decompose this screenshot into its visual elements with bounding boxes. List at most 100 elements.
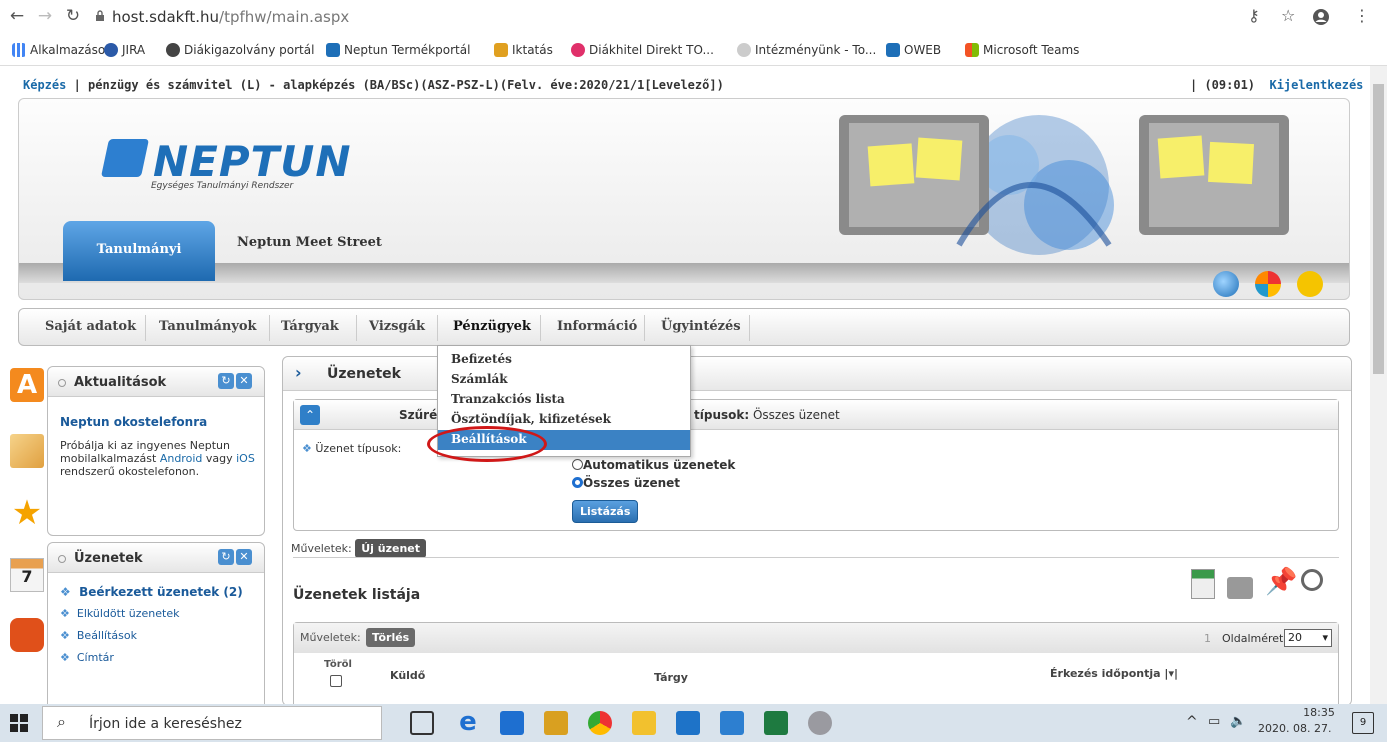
windows-start-icon[interactable] [10, 714, 28, 732]
neptun-logo: NEPTUN [153, 137, 352, 186]
menu-separator [356, 315, 357, 341]
excel-export-icon[interactable] [1191, 569, 1215, 599]
menu-dots-icon[interactable]: ⋮ [1354, 6, 1370, 25]
bookmark-diakigazolvany[interactable]: Diákigazolvány portál [166, 43, 314, 57]
favorites-star-icon[interactable]: ★ [10, 496, 44, 530]
nav-cimtar[interactable]: ❖ Címtár [60, 651, 114, 664]
accessibility-icon[interactable] [1297, 271, 1323, 297]
box-controls: ↻ ✕ [218, 549, 252, 565]
excel-icon[interactable] [764, 711, 788, 735]
menu-sajat-adatok[interactable]: Saját adatok [45, 319, 136, 334]
dropdown-item-tranzakcios-lista[interactable]: Tranzakciós lista [451, 392, 565, 406]
dropdown-item-befizetes[interactable]: Befizetés [451, 352, 512, 366]
taskbar-search[interactable]: ⌕ Írjon ide a kereséshez [42, 706, 382, 740]
neptun-logo-subtitle: Egységes Tanulmányi Rendszer [151, 181, 294, 191]
intezmeny-icon [737, 43, 751, 57]
aktualitasok-box: Aktualitások ↻ ✕ Neptun okostelefonra Pró… [47, 366, 265, 536]
kepzes-link[interactable]: Képzés [23, 78, 66, 92]
notification-icon[interactable]: 9 [1352, 712, 1374, 734]
page-scrollbar[interactable] [1370, 66, 1387, 704]
outlook-icon[interactable] [676, 711, 700, 735]
close-icon[interactable]: ✕ [236, 373, 252, 389]
forward-icon[interactable]: → [34, 6, 56, 26]
key-icon[interactable]: ⚷ [1248, 6, 1260, 25]
magnifier-icon[interactable] [1301, 569, 1323, 591]
clock-date[interactable]: 2020. 08. 27. [1258, 722, 1331, 735]
windows-logo-icon [965, 43, 979, 57]
radio-osszes-uzenet[interactable]: Összes üzenet [572, 476, 680, 490]
a-letter-icon[interactable]: A [10, 368, 44, 402]
nav-beallitasok[interactable]: ❖ Beállítások [60, 629, 137, 642]
dropdown-item-osztondijak[interactable]: Ösztöndíjak, kifizetések [451, 412, 611, 426]
clock-time[interactable]: 18:35 [1294, 706, 1344, 719]
neptun-taskbar-icon[interactable] [720, 711, 744, 735]
chrome-icon[interactable] [588, 711, 612, 735]
globe-icon[interactable] [1213, 271, 1239, 297]
store-icon[interactable] [500, 711, 524, 735]
bookmark-intezmenyunk[interactable]: Intézményünk - To... [737, 43, 876, 57]
menu-tanulmanyok[interactable]: Tanulmányok [159, 319, 257, 334]
bookmark-diakhitel[interactable]: Diákhitel Direkt TO... [571, 43, 714, 57]
print-icon[interactable] [1227, 577, 1253, 599]
col-subject[interactable]: Tárgy [654, 671, 688, 684]
neptun-logo-icon [100, 139, 150, 177]
task-view-icon[interactable] [410, 711, 434, 735]
col-sender[interactable]: Küldő [390, 669, 425, 682]
menu-targyak[interactable]: Tárgyak [281, 319, 339, 334]
page-number[interactable]: 1 [1204, 632, 1211, 645]
bookmark-neptun-termekportal[interactable]: Neptun Termékportál [326, 43, 470, 57]
file-explorer-icon[interactable] [632, 711, 656, 735]
edge-icon[interactable]: e [456, 709, 480, 735]
collapse-icon[interactable]: ⌃ [300, 405, 320, 425]
tab-tanulmanyi-rendszer[interactable]: Tanulmányi rendszer [63, 221, 215, 281]
bookmark-iktatas[interactable]: Iktatás [494, 43, 553, 57]
tab-neptun-meet-street[interactable]: Neptun Meet Street [237, 235, 382, 250]
scroll-thumb[interactable] [1373, 84, 1384, 374]
menu-penzugyek[interactable]: Pénzügyek [453, 319, 531, 334]
menu-informacio[interactable]: Információ [557, 319, 637, 334]
color-wheel-icon[interactable] [1255, 271, 1281, 297]
refresh-icon[interactable]: ↻ [218, 549, 234, 565]
col-arrival[interactable]: Érkezés időpontja |▾| [1050, 667, 1178, 680]
tray-chevron-up-icon[interactable]: ^ [1186, 714, 1198, 730]
menu-ugyintezes[interactable]: Ügyintézés [661, 319, 741, 334]
new-message-button[interactable]: Új üzenet [355, 539, 427, 558]
divider [293, 557, 1339, 558]
menu-vizsgak[interactable]: Vizsgák [369, 319, 425, 334]
volume-icon[interactable]: 🔈 [1230, 714, 1246, 729]
ios-link[interactable]: iOS [236, 452, 255, 465]
radio-automatikus-uzenetek[interactable]: Automatikus üzenetek [572, 458, 735, 472]
back-icon[interactable]: ← [6, 6, 28, 26]
bookmark-oweb[interactable]: OWEB [886, 43, 941, 57]
reload-icon[interactable]: ↻ [62, 6, 84, 26]
delete-button[interactable]: Törlés [366, 628, 416, 647]
chat-bubble-icon[interactable] [10, 618, 44, 652]
page-size-select[interactable]: 20 ▾ [1284, 629, 1332, 647]
etr-icon[interactable] [544, 711, 568, 735]
calendar-icon[interactable]: 7 [10, 558, 44, 592]
dropdown-item-szamlak[interactable]: Számlák [451, 372, 508, 386]
star-icon[interactable]: ☆ [1281, 6, 1295, 25]
bookmark-jira[interactable]: JIRA [104, 43, 145, 57]
neptun-icon [326, 43, 340, 57]
select-all-checkbox[interactable] [330, 675, 342, 687]
envelope-icon[interactable] [10, 434, 44, 468]
radio-checked-icon [572, 477, 583, 488]
address-bar[interactable]: host.sdakft.hu/tpfhw/main.aspx [112, 8, 349, 26]
list-toolbar: Műveletek: Törlés 1 Oldalméret 20 ▾ [294, 623, 1338, 653]
news-headline[interactable]: Neptun okostelefonra [60, 415, 207, 429]
bookmark-apps[interactable]: Alkalmazások [12, 43, 112, 57]
pin-icon[interactable]: 📌 [1265, 567, 1297, 597]
sort-desc-icon[interactable]: |▾| [1164, 667, 1178, 680]
close-icon[interactable]: ✕ [236, 549, 252, 565]
nav-beerkezett-uzenetek[interactable]: ❖ Beérkezett üzenetek (2) [60, 585, 243, 599]
listazas-button[interactable]: Listázás [572, 500, 639, 523]
bookmark-microsoft-teams[interactable]: Microsoft Teams [965, 43, 1079, 57]
nav-elkuldott-uzenetek[interactable]: ❖ Elküldött üzenetek [60, 607, 179, 620]
refresh-icon[interactable]: ↻ [218, 373, 234, 389]
profile-icon[interactable] [1312, 8, 1330, 26]
logout-link[interactable]: Kijelentkezés [1269, 78, 1363, 92]
paint-icon[interactable] [808, 711, 832, 735]
android-link[interactable]: Android [160, 452, 203, 465]
network-icon[interactable]: ▭ [1208, 714, 1220, 729]
